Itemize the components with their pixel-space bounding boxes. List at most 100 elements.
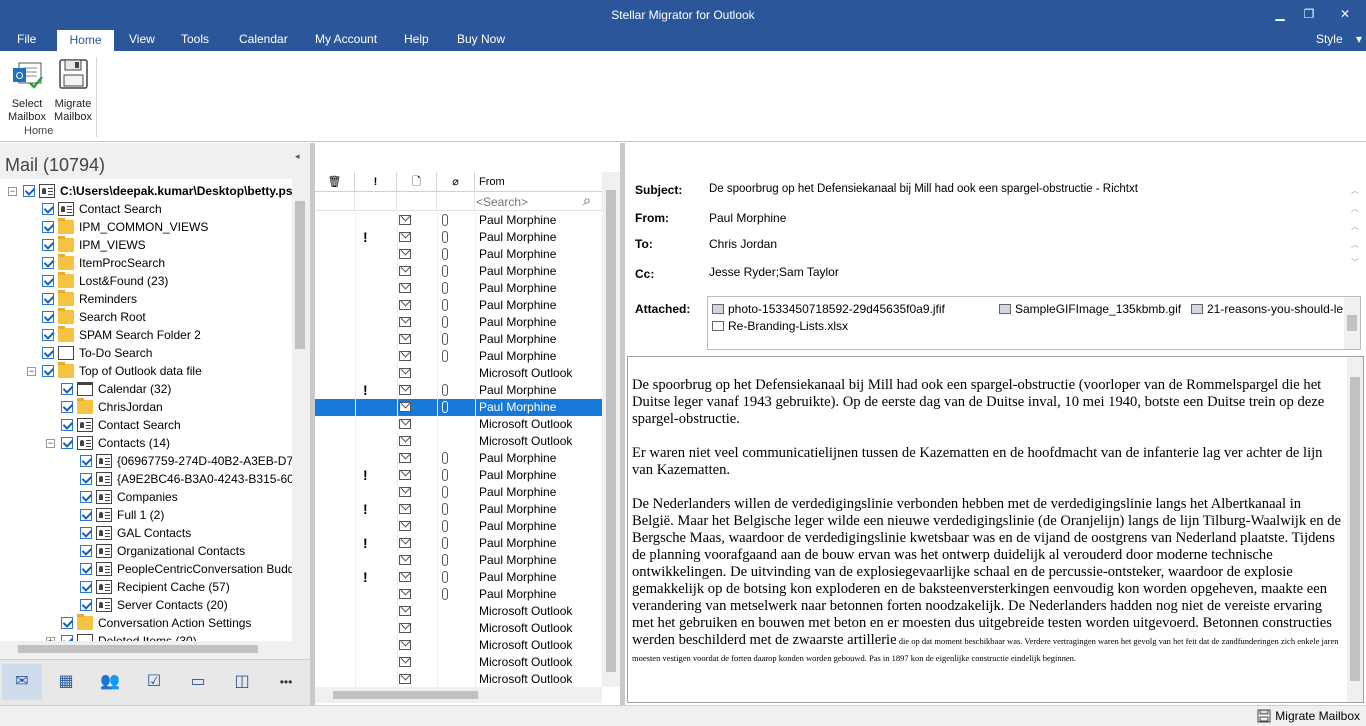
tree-item[interactable]: + Deleted Items (30) [0,632,292,641]
tree-checkbox[interactable] [80,473,92,485]
tree-checkbox[interactable] [42,329,54,341]
message-row[interactable]: Paul Morphine [315,212,602,229]
tree-item[interactable]: ChrisJordan [0,398,292,416]
scroll-up-icon[interactable]: ︿ [1351,236,1363,254]
column-attachment[interactable]: ⌀ [437,172,475,192]
collapse-icon[interactable]: − [46,439,55,448]
collapse-pane-icon[interactable]: ◂ [295,151,300,162]
more-nav-button[interactable]: ••• [266,664,306,700]
message-row[interactable]: Microsoft Outlook [315,637,602,654]
tree-checkbox[interactable] [42,365,54,377]
tree-item[interactable]: Organizational Contacts [0,542,292,560]
tree-checkbox[interactable] [42,257,54,269]
tree-checkbox[interactable] [42,221,54,233]
message-row[interactable]: Paul Morphine [315,450,602,467]
body-vertical-scrollbar[interactable] [1347,357,1363,702]
message-row[interactable]: Paul Morphine [315,280,602,297]
menu-my-account[interactable]: My Account [311,30,381,51]
message-row[interactable]: Paul Morphine [315,314,602,331]
tree-checkbox[interactable] [61,437,73,449]
tree-checkbox[interactable] [42,293,54,305]
journal-nav-button[interactable]: ◫ [222,664,262,700]
tree-item[interactable]: IPM_COMMON_VIEWS [0,218,292,236]
message-row[interactable]: ! Paul Morphine [315,569,602,586]
tree-checkbox[interactable] [42,347,54,359]
tree-item[interactable]: ItemProcSearch [0,254,292,272]
tree-item[interactable]: Reminders [0,290,292,308]
tree-checkbox[interactable] [61,401,73,413]
tree-item[interactable]: Companies [0,488,292,506]
tree-checkbox[interactable] [42,275,54,287]
message-row[interactable]: Microsoft Outlook [315,433,602,450]
contacts-nav-button[interactable]: 👥 [90,664,130,700]
menu-file[interactable]: File [13,30,40,51]
message-row[interactable]: Paul Morphine [315,484,602,501]
message-row[interactable]: Microsoft Outlook [315,603,602,620]
column-item-type[interactable]: 🗋 [397,172,437,192]
message-row[interactable]: Microsoft Outlook [315,365,602,382]
scroll-up-icon[interactable]: ︿ [1351,218,1363,236]
mail-nav-button[interactable]: ✉ [2,664,42,700]
tree-checkbox[interactable] [61,617,73,629]
attachment-item[interactable]: SampleGIFImage_135kbmb.gif [999,302,1181,316]
tree-checkbox[interactable] [61,419,73,431]
search-icon[interactable]: ⌕ [583,192,591,209]
tree-checkbox[interactable] [80,599,92,611]
message-row[interactable]: ! Paul Morphine [315,535,602,552]
list-horizontal-scrollbar[interactable] [315,687,602,703]
tree-checkbox[interactable] [80,563,92,575]
tree-vertical-scrollbar[interactable] [292,179,308,641]
tree-checkbox[interactable] [80,527,92,539]
message-row[interactable]: Paul Morphine [315,297,602,314]
message-row[interactable]: Paul Morphine [315,518,602,535]
tree-checkbox[interactable] [80,509,92,521]
scrollbar-thumb[interactable] [295,201,305,349]
scrollbar-thumb[interactable] [606,190,616,672]
attachment-item[interactable]: 21-reasons-you-should-learn [1191,302,1343,316]
tree-checkbox[interactable] [42,311,54,323]
tree-horizontal-scrollbar[interactable] [0,641,292,657]
tree-item[interactable]: Calendar (32) [0,380,292,398]
notes-nav-button[interactable]: ▭ [178,664,218,700]
tree-item[interactable]: IPM_VIEWS [0,236,292,254]
message-row[interactable]: Microsoft Outlook [315,620,602,637]
message-row[interactable]: Paul Morphine [315,399,602,416]
message-row[interactable]: ! Paul Morphine [315,382,602,399]
message-row[interactable]: ! Paul Morphine [315,467,602,484]
restore-button[interactable]: ❐ [1299,5,1319,23]
message-row[interactable]: Paul Morphine [315,552,602,569]
tree-item[interactable]: − C:\Users\deepak.kumar\Desktop\betty.ps [0,182,292,200]
tree-item[interactable]: To-Do Search [0,344,292,362]
style-menu[interactable]: Style ▾ [1316,30,1362,48]
message-row[interactable]: Paul Morphine [315,263,602,280]
scrollbar-thumb[interactable] [18,645,258,653]
minimize-button[interactable]: ▁ [1270,5,1290,23]
column-from[interactable]: From [475,172,602,192]
tree-checkbox[interactable] [80,545,92,557]
tree-checkbox[interactable] [42,203,54,215]
tree-item[interactable]: Recipient Cache (57) [0,578,292,596]
menu-buy-now[interactable]: Buy Now [453,30,509,51]
tree-item[interactable]: Contact Search [0,200,292,218]
collapse-icon[interactable]: − [8,187,17,196]
scroll-down-icon[interactable]: ﹀ [1351,254,1363,272]
tasks-nav-button[interactable]: ☑ [134,664,174,700]
tree-item[interactable]: Lost&Found (23) [0,272,292,290]
calendar-nav-button[interactable]: ▦ [46,664,86,700]
message-row[interactable]: Microsoft Outlook [315,654,602,671]
menu-home[interactable]: Home [57,30,114,51]
tree-item[interactable]: − Top of Outlook data file [0,362,292,380]
tree-item[interactable]: PeopleCentricConversation Budd [0,560,292,578]
migrate-mailbox-button[interactable]: Migrate Mailbox [50,55,96,125]
tree-checkbox[interactable] [80,581,92,593]
tree-checkbox[interactable] [80,491,92,503]
scrollbar-thumb[interactable] [1347,315,1357,331]
menu-calendar[interactable]: Calendar [235,30,292,51]
tree-item[interactable]: Server Contacts (20) [0,596,292,614]
scroll-up-icon[interactable]: ︿ [1351,200,1363,218]
column-delete[interactable]: 🗑 [315,172,355,192]
message-row[interactable]: ! Paul Morphine [315,229,602,246]
tree-item[interactable]: Contact Search [0,416,292,434]
message-row[interactable]: Paul Morphine [315,331,602,348]
tree-item[interactable]: SPAM Search Folder 2 [0,326,292,344]
